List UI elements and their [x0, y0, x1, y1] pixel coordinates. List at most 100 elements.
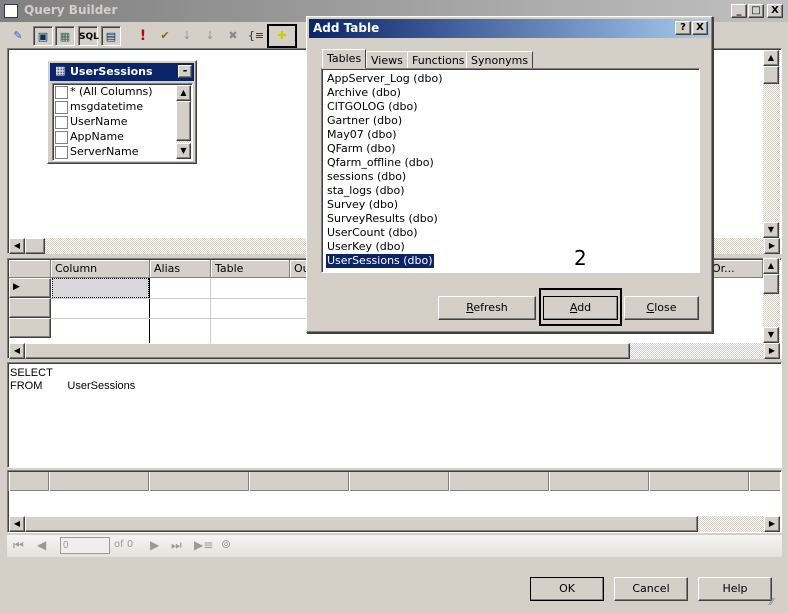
minimize-button[interactable]: _	[731, 4, 747, 18]
row-selector[interactable]	[9, 318, 51, 338]
table-box-usersessions[interactable]: ▦ UserSessions - * (All Columns) msgdatet…	[47, 60, 197, 164]
sql-from-keyword: FROM	[10, 380, 43, 392]
column-checkbox[interactable]	[55, 130, 68, 144]
group-by-icon[interactable]: {≡	[246, 26, 266, 46]
grid-header-sort-order[interactable]: Or...	[708, 260, 763, 278]
table-icon: ▦	[55, 64, 66, 77]
column-checkbox[interactable]	[55, 100, 68, 114]
refresh-button[interactable]: Refresh	[438, 296, 536, 320]
edit-icon[interactable]: ✎	[8, 26, 28, 46]
table-list[interactable]: AppServer_Log (dbo) Archive (dbo) CITGOLOG…	[321, 68, 700, 273]
scroll-down-arrow[interactable]: ▼	[763, 222, 779, 238]
maximize-button[interactable]: □	[748, 4, 764, 18]
table-box-scrollbar[interactable]: ▲ ▼	[176, 85, 191, 159]
tab-tables[interactable]: Tables	[322, 49, 367, 69]
table-list-item[interactable]: Qfarm_offline (dbo)	[322, 156, 699, 170]
next-record-icon[interactable]: ▶	[150, 538, 159, 552]
close-window-button[interactable]: X	[767, 4, 783, 18]
table-list-item[interactable]: Archive (dbo)	[322, 86, 699, 100]
table-list-item[interactable]: Gartner (dbo)	[322, 114, 699, 128]
add-button[interactable]: Add	[543, 296, 618, 320]
column-item[interactable]: UserName	[55, 115, 128, 130]
grid-header-table[interactable]: Table	[211, 260, 290, 278]
column-name: AppName	[70, 130, 124, 143]
resize-grip[interactable]: ⁄⁄	[770, 597, 773, 608]
grid-pane-icon[interactable]: ▦	[55, 26, 75, 46]
table-list-item[interactable]: SurveyResults (dbo)	[322, 212, 699, 226]
record-count: of 0	[114, 539, 134, 550]
table-list-item[interactable]: QFarm (dbo)	[322, 142, 699, 156]
grid-header-column[interactable]: Column	[51, 260, 150, 278]
table-list-item[interactable]: sta_logs (dbo)	[322, 184, 699, 198]
scroll-up-arrow[interactable]: ▲	[763, 50, 779, 66]
remove-filter-icon[interactable]: ✖	[223, 26, 243, 46]
dialog-close-button[interactable]: X	[692, 21, 708, 35]
dialog-title-bar: Add Table	[309, 19, 710, 38]
diagram-vscrollbar[interactable]: ▲ ▼	[763, 50, 780, 238]
last-record-icon[interactable]: ⏭	[171, 538, 182, 553]
add-table-icon[interactable]: ✚	[272, 26, 292, 46]
results-hscrollbar[interactable]: ◀ ▶	[9, 516, 780, 532]
execute-icon[interactable]: !	[133, 26, 153, 46]
table-list-item[interactable]: UserSessions (dbo)	[325, 253, 435, 269]
tab-synonyms[interactable]: Synonyms	[466, 51, 534, 69]
app-icon	[4, 4, 18, 18]
scroll-thumb[interactable]	[763, 66, 779, 84]
cancel-button[interactable]: Cancel	[614, 577, 688, 601]
column-name: UserName	[70, 115, 128, 128]
verify-sql-icon[interactable]: ✔	[155, 26, 175, 46]
column-item[interactable]: * (All Columns)	[55, 85, 153, 100]
column-item[interactable]: ServerName	[55, 145, 139, 160]
help-button[interactable]: Help	[698, 577, 772, 601]
column-name: msgdatetime	[70, 100, 144, 113]
collapse-button[interactable]: -	[178, 65, 192, 78]
sql-pane-icon[interactable]: SQL	[78, 26, 99, 46]
tab-functions[interactable]: Functions	[407, 51, 470, 69]
sort-ascending-icon[interactable]: ↓	[177, 26, 197, 46]
table-list-item[interactable]: Survey (dbo)	[322, 198, 699, 212]
row-selector[interactable]	[9, 298, 51, 318]
stop-icon[interactable]: ⊚	[221, 537, 231, 551]
sort-descending-icon[interactable]: ↓	[200, 26, 220, 46]
table-list-item[interactable]: CITGOLOG (dbo)	[322, 100, 699, 114]
column-checkbox[interactable]	[55, 85, 68, 99]
sql-pane[interactable]: SELECT FROM UserSessions	[7, 362, 782, 468]
new-record-icon[interactable]: ▶≡	[194, 538, 213, 552]
column-checkbox[interactable]	[55, 145, 68, 159]
row-selector-current[interactable]: ▶	[9, 278, 51, 298]
column-item[interactable]: AppName	[55, 130, 124, 145]
table-box-title: UserSessions	[70, 65, 153, 78]
dialog-help-button[interactable]: ?	[675, 21, 691, 35]
scroll-left-arrow[interactable]: ◀	[9, 238, 25, 254]
ok-button[interactable]: OK	[530, 577, 604, 601]
column-name: ServerName	[70, 145, 139, 158]
results-pane-icon[interactable]: ▤	[101, 26, 121, 46]
tab-views[interactable]: Views	[366, 51, 408, 69]
dialog-title: Add Table	[313, 21, 380, 35]
window-title: Query Builder	[24, 3, 118, 17]
annotation-2: 2	[574, 246, 587, 270]
grid-vscrollbar[interactable]: ▲ ▼	[763, 258, 780, 343]
scroll-right-arrow[interactable]: ▶	[764, 238, 780, 254]
sql-select: SELECT	[10, 367, 53, 379]
scroll-thumb[interactable]	[25, 238, 45, 254]
table-list-item[interactable]: sessions (dbo)	[322, 170, 699, 184]
table-list-item[interactable]: May07 (dbo)	[322, 128, 699, 142]
table-list-item[interactable]: UserCount (dbo)	[322, 226, 699, 240]
column-item[interactable]: msgdatetime	[55, 100, 143, 115]
record-navigator: ⏮ ◀ of 0 ▶ ⏭ ▶≡ ⊚	[7, 535, 782, 557]
sql-from-table: UserSessions	[67, 380, 136, 392]
close-button[interactable]: Close	[624, 296, 699, 320]
column-checkbox[interactable]	[55, 115, 68, 129]
grid-corner	[9, 260, 51, 278]
previous-record-icon[interactable]: ◀	[37, 538, 46, 552]
grid-header-alias[interactable]: Alias	[150, 260, 211, 278]
grid-cell-column-active[interactable]	[52, 278, 149, 298]
diagram-pane-icon[interactable]: ▣	[33, 26, 53, 46]
table-list-item[interactable]: UserKey (dbo)	[322, 240, 699, 254]
table-list-item[interactable]: AppServer_Log (dbo)	[322, 72, 699, 86]
grid-hscrollbar[interactable]: ◀ ▶	[9, 343, 780, 359]
column-name: * (All Columns)	[70, 85, 153, 98]
first-record-icon[interactable]: ⏮	[13, 538, 24, 553]
record-position-input[interactable]	[60, 537, 110, 554]
